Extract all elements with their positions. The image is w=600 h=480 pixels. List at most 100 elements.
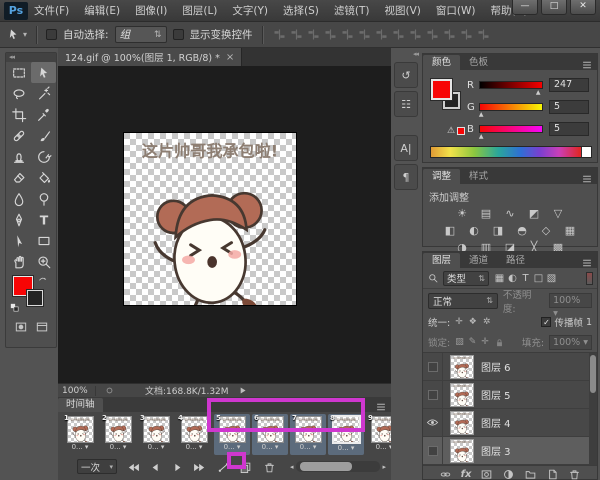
crop-tool[interactable] [6,104,31,125]
slider-track-b[interactable]: ▲ [479,125,543,140]
filter-type-dropdown[interactable]: 类型 ⇅ [443,270,489,286]
frame-thumbnail[interactable]: 这片帅哥我承包啦! [142,416,170,443]
panel-menu-icon[interactable] [580,256,594,267]
channel-mixer-icon[interactable]: ◇ [539,224,554,237]
frame-delay-dropdown[interactable]: 0... ▾ [176,443,212,452]
dodge-tool[interactable] [31,188,56,209]
layer-row[interactable]: 这片帅哥我承包啦! 图层 4 [423,408,597,437]
path-selection-tool[interactable] [6,230,31,251]
curves-icon[interactable]: ∿ [503,207,518,220]
gamut-color-swatch[interactable] [457,127,466,135]
align-left-edges-icon[interactable] [323,27,338,42]
select-first-frame-button[interactable] [124,459,142,475]
frame-delay-dropdown[interactable]: 0... ▾ [62,443,98,452]
distribute-vertical-centers-icon[interactable] [391,27,406,42]
visibility-empty-checkbox[interactable] [427,445,438,456]
frame-delay-dropdown[interactable]: 0... ▾ [366,443,391,452]
rectangle-tool[interactable] [31,230,56,251]
frame-delay-dropdown[interactable]: 0... ▾ [252,443,288,452]
frame-delay-dropdown[interactable]: 0... ▾ [328,444,364,453]
unify-layer-visibility-icon[interactable]: ❖ [469,317,477,327]
visibility-toggle[interactable] [423,408,443,437]
foreground-color-swatch[interactable] [430,78,453,101]
filter-pixel-layers-icon[interactable]: ▦ [493,273,506,284]
blend-mode-dropdown[interactable]: 正常 ⇅ [428,292,498,309]
document-tab[interactable]: 124.gif @ 100%(图层 1, RGB/8) * × [58,48,243,66]
auto-select-dropdown[interactable]: 组 ⇅ [114,26,167,43]
lock-image-pixels-icon[interactable]: ✎ [469,337,477,348]
panel-menu-icon[interactable] [580,58,594,69]
frame-delay-dropdown[interactable]: 0... ▾ [214,443,250,452]
tab-调整[interactable]: 调整 [423,169,461,184]
background-color-swatch[interactable] [26,289,44,307]
select-previous-frame-button[interactable] [146,459,164,475]
menu-item-2[interactable]: 编辑(E) [84,3,120,18]
layer-filter-toggle[interactable] [586,271,593,285]
layers-scrollbar[interactable] [589,353,597,465]
menu-item-8[interactable]: 视图(V) [384,3,420,18]
propagate-frame-checkbox[interactable]: ✓ [541,317,552,327]
lasso-tool[interactable] [6,83,31,104]
distribute-bottom-edges-icon[interactable] [408,27,423,42]
tab-通道[interactable]: 通道 [460,253,497,268]
align-bottom-edges-icon[interactable] [306,27,321,42]
rectangular-marquee-tool[interactable] [6,62,31,83]
align-top-edges-icon[interactable] [272,27,287,42]
tab-图层[interactable]: 图层 [423,253,461,268]
align-right-edges-icon[interactable] [357,27,372,42]
character-panel-icon[interactable]: A| [394,135,418,161]
visibility-empty-checkbox[interactable] [427,389,438,400]
layer-row[interactable]: 这片帅哥我承包啦! 图层 3 [423,436,597,465]
scroll-right-icon[interactable]: ▸ [382,463,386,471]
layer-thumbnail[interactable]: 这片帅哥我承包啦! [450,354,474,379]
frame-thumbnail[interactable]: 这片帅哥我承包啦! [370,416,391,443]
menu-item-9[interactable]: 窗口(W) [436,3,476,18]
visibility-toggle[interactable] [423,380,443,409]
color-balance-icon[interactable]: ◐ [467,224,482,237]
distribute-right-edges-icon[interactable] [459,27,474,42]
frame-delay-dropdown[interactable]: 0... ▾ [138,443,174,452]
add-layer-mask-button[interactable] [480,468,493,480]
color-lookup-icon[interactable]: ▦ [563,224,578,237]
visibility-empty-checkbox[interactable] [427,361,438,372]
slider-value-g[interactable]: 5 [549,100,589,114]
opacity-value[interactable]: 100% ▾ [549,293,592,319]
frame-delay-dropdown[interactable]: 0... ▾ [100,443,136,452]
scroll-left-icon[interactable]: ◂ [290,463,294,471]
timeline-tab[interactable]: 时间轴 [58,398,103,412]
spot-healing-brush-tool[interactable] [6,125,31,146]
frame-thumbnail[interactable]: 这片帅哥我承包啦! [180,416,208,443]
clone-stamp-tool[interactable] [6,146,31,167]
hand-tool[interactable] [6,251,31,272]
menu-item-5[interactable]: 文字(Y) [232,3,268,18]
animation-frame-3[interactable]: 3 这片帅哥我承包啦! 0... ▾ [138,414,174,455]
auto-select-checkbox[interactable] [46,29,58,40]
scrollbar-thumb[interactable] [299,462,352,471]
layer-name[interactable]: 图层 4 [481,415,511,430]
visibility-toggle[interactable] [423,353,443,381]
layer-thumbnail[interactable]: 这片帅哥我承包啦! [450,382,474,407]
delete-layer-button[interactable] [568,468,581,480]
scrollbar-track[interactable] [295,461,381,472]
default-colors-icon[interactable] [9,302,20,313]
magic-wand-tool[interactable] [31,83,56,104]
align-vertical-centers-icon[interactable] [289,27,304,42]
new-layer-button[interactable] [546,468,559,480]
new-adjustment-layer-button[interactable] [502,468,515,480]
animation-frame-2[interactable]: 2 这片帅哥我承包啦! 0... ▾ [100,414,136,455]
filter-smart-objects-icon[interactable]: ▧ [545,273,558,284]
move-tool-options-icon[interactable]: ▾ [6,27,27,42]
move-tool[interactable] [31,62,56,83]
panel-menu-icon[interactable] [374,400,388,411]
slider-pointer[interactable]: ▲ [479,112,484,118]
hue-saturation-icon[interactable]: ◧ [443,224,458,237]
layer-name[interactable]: 图层 3 [481,443,511,458]
history-brush-tool[interactable] [31,146,56,167]
lock-all-icon[interactable] [494,337,505,348]
frame-delay-dropdown[interactable]: 0... ▾ [290,443,326,452]
loop-count-dropdown[interactable]: 一次 ▾ [77,459,117,474]
slider-pointer[interactable]: ▲ [479,134,484,140]
layer-name[interactable]: 图层 6 [481,359,511,374]
auto-align-layers-icon[interactable] [476,27,491,42]
maximize-button[interactable]: □ [541,0,567,15]
